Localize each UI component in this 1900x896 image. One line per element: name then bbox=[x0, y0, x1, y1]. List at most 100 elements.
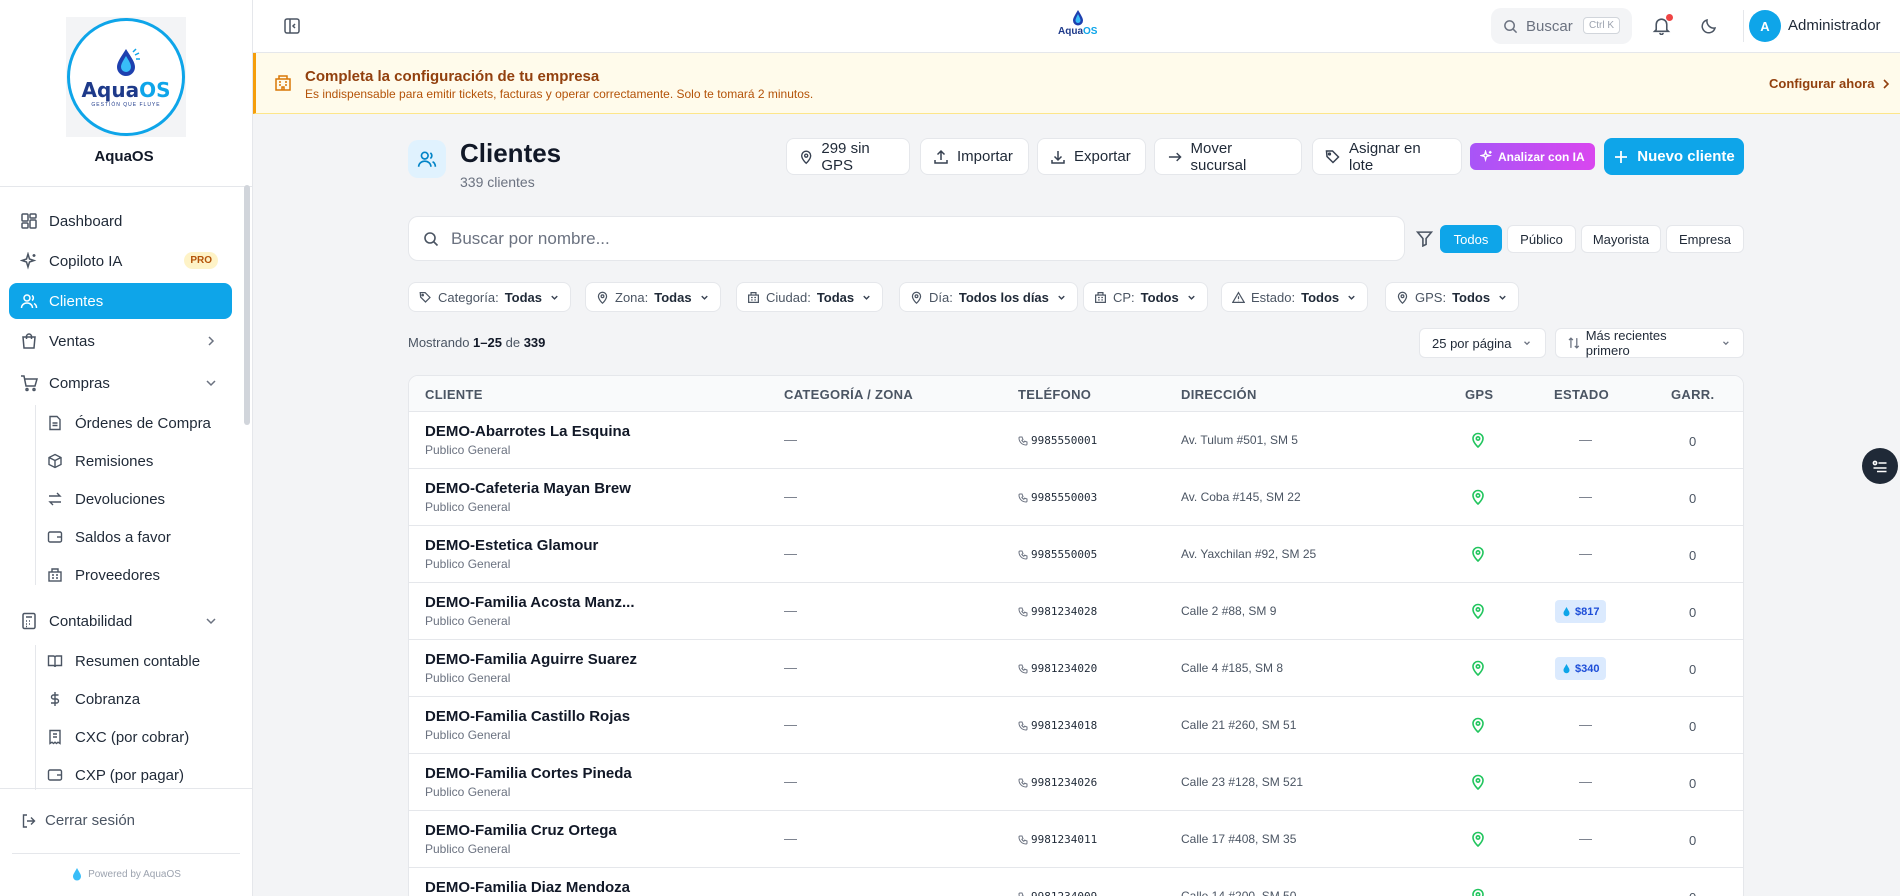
sidebar-item-contabilidad[interactable]: Contabilidad bbox=[9, 603, 232, 639]
sidebar-subitem-resumen[interactable]: Resumen contable bbox=[47, 646, 200, 676]
category-zone: — bbox=[784, 603, 797, 618]
client-name[interactable]: DEMO-Familia Diaz Mendoza bbox=[425, 879, 630, 896]
sidebar-item-copiloto[interactable]: Copiloto IA PRO bbox=[9, 243, 232, 279]
chevron-down-icon bbox=[1723, 341, 1730, 346]
table-row[interactable]: DEMO-Familia Castillo Rojas Publico Gener… bbox=[409, 697, 1743, 754]
global-search-button[interactable]: Buscar Ctrl K bbox=[1491, 8, 1632, 44]
sidebar-subitem-ordenes[interactable]: Órdenes de Compra bbox=[47, 408, 211, 438]
phone-number[interactable]: 9985550003 bbox=[1018, 491, 1097, 504]
gps-pin-icon[interactable] bbox=[1471, 831, 1485, 847]
client-name[interactable]: DEMO-Familia Castillo Rojas bbox=[425, 708, 630, 725]
chevron-right-icon bbox=[208, 336, 215, 346]
moon-icon[interactable] bbox=[1700, 17, 1718, 35]
phone-number[interactable]: 9985550001 bbox=[1018, 434, 1097, 447]
import-button[interactable]: Importar bbox=[920, 138, 1029, 175]
sidebar-subitem-cxp[interactable]: CXP (por pagar) bbox=[47, 760, 184, 790]
client-search-input[interactable] bbox=[451, 228, 1351, 249]
sort-select[interactable]: Más recientes primero bbox=[1555, 328, 1744, 358]
configure-now-link[interactable]: Configurar ahora bbox=[1769, 76, 1892, 91]
phone-number[interactable]: 9981234009 bbox=[1018, 890, 1097, 896]
table-row[interactable]: DEMO-Estetica Glamour Publico General — 998… bbox=[409, 526, 1743, 583]
no-gps-button[interactable]: 299 sin GPS bbox=[786, 138, 910, 175]
table-row[interactable]: DEMO-Familia Acosta Manz... Publico Gener… bbox=[409, 583, 1743, 640]
analyze-ai-button[interactable]: Analizar con IA bbox=[1470, 143, 1595, 170]
sidebar-subitem-proveedores[interactable]: Proveedores bbox=[47, 560, 160, 590]
balance-badge: $340 bbox=[1555, 657, 1607, 680]
column-header[interactable]: CLIENTE bbox=[425, 387, 483, 402]
client-name[interactable]: DEMO-Familia Aguirre Suarez bbox=[425, 651, 637, 668]
sidebar-item-ventas[interactable]: Ventas bbox=[9, 323, 232, 359]
gps-pin-icon[interactable] bbox=[1471, 774, 1485, 790]
column-header[interactable]: ESTADO bbox=[1554, 387, 1609, 402]
column-header[interactable]: TELÉFONO bbox=[1018, 387, 1091, 402]
column-header[interactable]: CATEGORÍA / ZONA bbox=[784, 387, 913, 402]
column-header[interactable]: GARR. bbox=[1671, 387, 1714, 402]
segment-empresa[interactable]: Empresa bbox=[1666, 225, 1744, 253]
phone-number[interactable]: 9981234020 bbox=[1018, 662, 1097, 675]
status-value: — bbox=[1579, 546, 1592, 561]
gps-pin-icon[interactable] bbox=[1471, 717, 1485, 733]
filter-gps[interactable]: GPS: Todos bbox=[1385, 282, 1520, 312]
address: Av. Yaxchilan #92, SM 25 bbox=[1181, 547, 1317, 561]
sidebar-item-compras[interactable]: Compras bbox=[9, 365, 232, 401]
per-page-select[interactable]: 25 por página bbox=[1419, 328, 1546, 358]
sidebar-subitem-devoluciones[interactable]: Devoluciones bbox=[47, 484, 165, 514]
sidebar-item-dashboard[interactable]: Dashboard bbox=[9, 203, 232, 239]
table-row[interactable]: DEMO-Familia Aguirre Suarez Publico Gener… bbox=[409, 640, 1743, 697]
sidebar-toggle-icon[interactable] bbox=[283, 17, 301, 35]
column-header[interactable]: GPS bbox=[1465, 387, 1493, 402]
filter-dia[interactable]: Día: Todos los días bbox=[899, 282, 1078, 312]
filter-estado[interactable]: Estado: Todos bbox=[1221, 282, 1369, 312]
table-row[interactable]: DEMO-Abarrotes La Esquina Publico General… bbox=[409, 412, 1743, 469]
export-button[interactable]: Exportar bbox=[1037, 138, 1146, 175]
gps-pin-icon[interactable] bbox=[1471, 489, 1485, 505]
document-icon bbox=[49, 415, 61, 431]
client-name[interactable]: DEMO-Cafeteria Mayan Brew bbox=[425, 480, 631, 497]
gps-pin-icon[interactable] bbox=[1471, 888, 1485, 896]
segment-mayorista[interactable]: Mayorista bbox=[1581, 225, 1661, 253]
gps-pin-icon[interactable] bbox=[1471, 546, 1485, 562]
client-search-bar bbox=[408, 216, 1405, 261]
user-name[interactable]: Administrador bbox=[1788, 17, 1881, 34]
table-row[interactable]: DEMO-Familia Cruz Ortega Publico General —… bbox=[409, 811, 1743, 868]
gps-pin-icon[interactable] bbox=[1471, 432, 1485, 448]
bulk-assign-button[interactable]: Asignar en lote bbox=[1312, 138, 1462, 175]
avatar[interactable]: A bbox=[1749, 10, 1781, 42]
gps-pin-icon[interactable] bbox=[1471, 603, 1485, 619]
segment-publico[interactable]: Público bbox=[1507, 225, 1576, 253]
sidebar-subitem-cxc[interactable]: CXC (por cobrar) bbox=[47, 722, 189, 752]
sidebar-subitem-remisiones[interactable]: Remisiones bbox=[47, 446, 153, 476]
address: Calle 17 #408, SM 35 bbox=[1181, 832, 1297, 846]
table-row[interactable]: DEMO-Cafeteria Mayan Brew Publico General… bbox=[409, 469, 1743, 526]
client-name[interactable]: DEMO-Estetica Glamour bbox=[425, 537, 598, 554]
phone-number[interactable]: 9981234018 bbox=[1018, 719, 1097, 732]
floating-action-button[interactable] bbox=[1862, 448, 1898, 484]
water-drop-logo-icon bbox=[1072, 10, 1083, 26]
filter-zona[interactable]: Zona: Todas bbox=[585, 282, 721, 312]
client-name[interactable]: DEMO-Familia Cruz Ortega bbox=[425, 822, 617, 839]
column-header[interactable]: DIRECCIÓN bbox=[1181, 387, 1257, 402]
chevron-down-icon bbox=[1058, 295, 1065, 300]
gps-pin-icon[interactable] bbox=[1471, 660, 1485, 676]
sidebar-subitem-cobranza[interactable]: Cobranza bbox=[47, 684, 140, 714]
filter-categoria[interactable]: Categoría: Todas bbox=[408, 282, 572, 312]
filter-ciudad[interactable]: Ciudad: Todas bbox=[736, 282, 884, 312]
client-name[interactable]: DEMO-Familia Cortes Pineda bbox=[425, 765, 632, 782]
segment-todos[interactable]: Todos bbox=[1440, 225, 1502, 253]
logout-button[interactable]: Cerrar sesión bbox=[21, 812, 135, 829]
sidebar-scrollbar[interactable] bbox=[244, 185, 250, 425]
phone-number[interactable]: 9981234026 bbox=[1018, 776, 1097, 789]
sidebar-item-clientes[interactable]: Clientes bbox=[9, 283, 232, 319]
filter-cp[interactable]: CP: Todos bbox=[1083, 282, 1208, 312]
sidebar-subitem-saldos[interactable]: Saldos a favor bbox=[47, 522, 171, 552]
client-name[interactable]: DEMO-Abarrotes La Esquina bbox=[425, 423, 630, 440]
phone-number[interactable]: 9985550005 bbox=[1018, 548, 1097, 561]
client-name[interactable]: DEMO-Familia Acosta Manz... bbox=[425, 594, 634, 611]
table-row[interactable]: DEMO-Familia Cortes Pineda Publico Genera… bbox=[409, 754, 1743, 811]
phone-number[interactable]: 9981234011 bbox=[1018, 833, 1097, 846]
table-row[interactable]: DEMO-Familia Diaz MendozaPublico General… bbox=[409, 868, 1743, 896]
move-branch-button[interactable]: Mover sucursal bbox=[1154, 138, 1302, 175]
status-value: — bbox=[1579, 432, 1592, 447]
new-client-button[interactable]: Nuevo cliente bbox=[1604, 138, 1744, 175]
phone-number[interactable]: 9981234028 bbox=[1018, 605, 1097, 618]
